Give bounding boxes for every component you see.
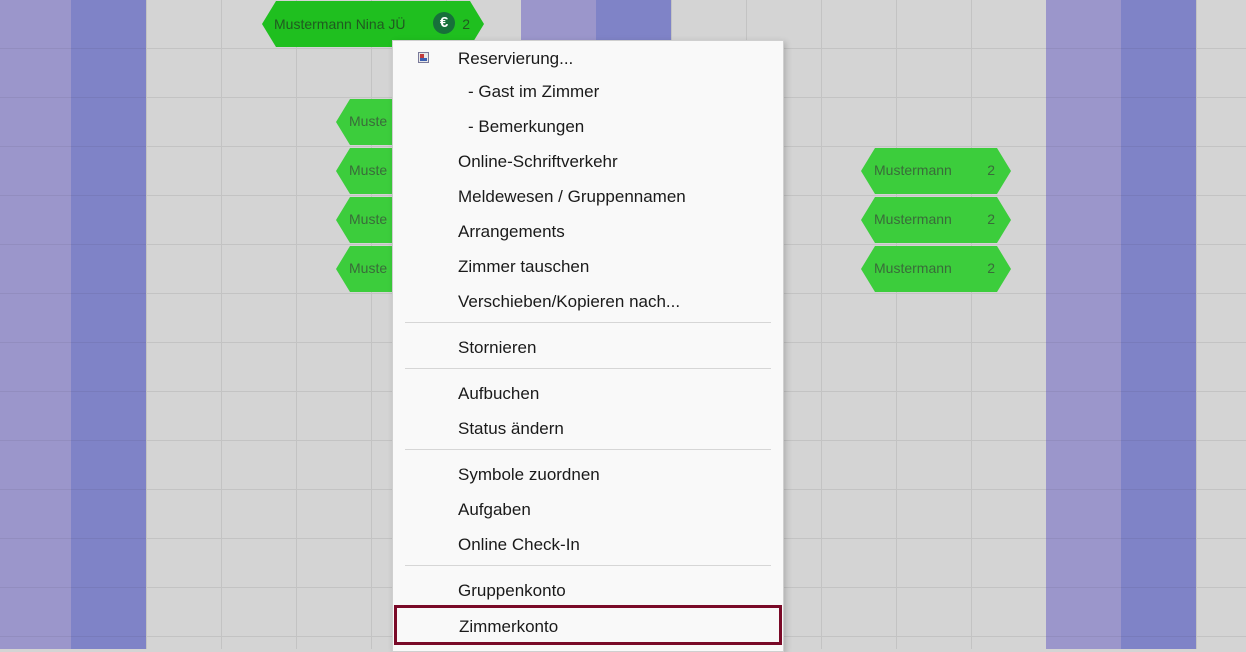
weekend-column[interactable] xyxy=(1046,0,1121,649)
reservation-guest-name: Mustermann xyxy=(874,211,952,227)
reservation-guest-name: Muste xyxy=(349,260,388,276)
menu-item-stornieren[interactable]: Stornieren xyxy=(393,330,783,365)
menu-item-label: Online Check-In xyxy=(458,535,580,554)
menu-item-label: Stornieren xyxy=(458,338,537,357)
menu-item-zimmer-tauschen[interactable]: Zimmer tauschen xyxy=(393,249,783,284)
reservation-guest-name: Mustermann xyxy=(874,260,952,276)
reservation-icon xyxy=(418,52,429,63)
euro-icon: € xyxy=(433,12,455,34)
weekend-column[interactable] xyxy=(0,0,71,649)
reservation-person-count: 2 xyxy=(987,162,995,178)
reservation-guest-name: Mustermann xyxy=(874,162,952,178)
reservation-person-count: 2 xyxy=(462,16,470,32)
menu-item-label: Gruppenkonto xyxy=(458,581,566,600)
menu-item-label: - Bemerkungen xyxy=(468,117,585,136)
reservation-guest-name: Mustermann Nina JÜ xyxy=(274,16,406,32)
reservation-person-count: 2 xyxy=(987,211,995,227)
weekend-column[interactable] xyxy=(71,0,146,649)
menu-separator xyxy=(405,322,771,323)
menu-item-online-check-in[interactable]: Online Check-In xyxy=(393,527,783,562)
menu-item-label: Meldewesen / Gruppennamen xyxy=(458,187,686,206)
context-menu: Reservierung... - Gast im Zimmer - Bemer… xyxy=(392,40,784,652)
reservation-person-count: 2 xyxy=(987,260,995,276)
reservation-guest-name: Muste xyxy=(349,211,388,227)
menu-separator xyxy=(405,449,771,450)
menu-item-aufgaben[interactable]: Aufgaben xyxy=(393,492,783,527)
reservation-bar[interactable]: Mustermann 2 xyxy=(861,197,1011,243)
menu-item-status-aendern[interactable]: Status ändern xyxy=(393,411,783,446)
menu-item-gast-im-zimmer[interactable]: - Gast im Zimmer xyxy=(393,74,783,109)
menu-item-label: Status ändern xyxy=(458,419,564,438)
menu-item-label: Zimmerkonto xyxy=(459,617,559,636)
menu-item-bemerkungen[interactable]: - Bemerkungen xyxy=(393,109,783,144)
menu-item-online-schriftverkehr[interactable]: Online-Schriftverkehr xyxy=(393,144,783,179)
menu-item-label: Zimmer tauschen xyxy=(458,257,590,276)
menu-item-label: Online-Schriftverkehr xyxy=(458,152,618,171)
menu-item-aufbuchen[interactable]: Aufbuchen xyxy=(393,376,783,411)
menu-separator xyxy=(405,565,771,566)
menu-item-arrangements[interactable]: Arrangements xyxy=(393,214,783,249)
menu-separator xyxy=(405,368,771,369)
reservation-bar[interactable]: Mustermann 2 xyxy=(861,246,1011,292)
menu-item-label: Arrangements xyxy=(458,222,565,241)
reservation-guest-name: Muste xyxy=(349,162,388,178)
menu-item-symbole-zuordnen[interactable]: Symbole zuordnen xyxy=(393,457,783,492)
menu-item-label: Verschieben/Kopieren nach... xyxy=(458,292,681,311)
reservation-bar[interactable]: Mustermann 2 xyxy=(861,148,1011,194)
menu-item-label: Symbole zuordnen xyxy=(458,465,600,484)
menu-item-reservierung[interactable]: Reservierung... xyxy=(393,41,783,76)
menu-item-label: Reservierung... xyxy=(458,49,574,68)
menu-item-label: - Gast im Zimmer xyxy=(468,82,600,101)
weekend-column[interactable] xyxy=(1121,0,1196,649)
menu-item-gruppenkonto[interactable]: Gruppenkonto xyxy=(393,573,783,608)
menu-item-zimmerkonto[interactable]: Zimmerkonto xyxy=(394,605,782,645)
menu-item-label: Aufbuchen xyxy=(458,384,540,403)
menu-item-label: Aufgaben xyxy=(458,500,531,519)
menu-item-meldewesen[interactable]: Meldewesen / Gruppennamen xyxy=(393,179,783,214)
menu-item-verschieben-kopieren[interactable]: Verschieben/Kopieren nach... xyxy=(393,284,783,319)
reservation-guest-name: Muste xyxy=(349,113,388,129)
